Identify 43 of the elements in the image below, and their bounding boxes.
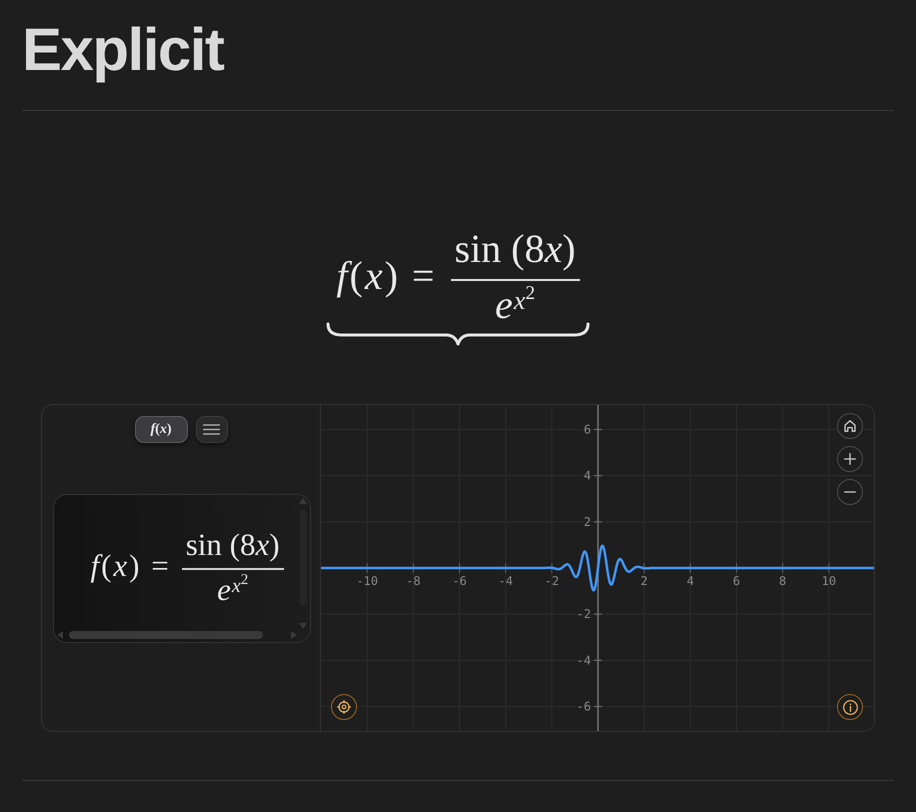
y-tick-label: -4 [576,653,591,668]
denominator-base: e [217,574,231,605]
x-tick-label: -6 [452,574,467,588]
y-tick-label: -6 [576,700,591,714]
x-tick-label: -2 [544,574,560,588]
down-arrow-icon [299,623,307,629]
x-tick-label: 8 [779,574,786,588]
page-title: Explicit [22,15,225,82]
expression-button[interactable]: f(x) [134,416,188,443]
x-tick-label: 2 [640,574,648,588]
denominator-exponent: x$^{2}$ [514,282,536,314]
y-tick-label: 4 [584,468,591,483]
y-tick-label: 6 [584,422,591,436]
home-icon [844,420,856,432]
x-tick-label: -10 [356,574,378,588]
target-icon [337,700,351,714]
y-tick-label: 2 [584,514,591,529]
zoom-in-button[interactable] [837,446,863,472]
minus-icon [844,491,856,493]
denominator-exponent: x$^{2}$ [232,571,248,596]
x-tick-label: 10 [822,574,836,588]
horizontal-scrollbar[interactable] [57,630,297,639]
up-arrow-icon [299,498,307,504]
plus-icon [844,453,856,465]
home-button[interactable] [837,413,863,439]
x-tick-label: 4 [686,574,694,588]
x-tick-label: -8 [406,574,421,588]
locate-button[interactable] [331,694,357,720]
menu-icon [203,424,220,435]
left-arrow-icon [57,630,63,638]
info-button[interactable] [837,694,863,720]
right-arrow-icon [291,630,297,638]
denominator-base: e [495,285,513,325]
vertical-scrollbar[interactable] [299,498,307,629]
formula-lhs: f(x) = [90,549,171,584]
y-tick-label: -2 [576,607,591,622]
formula-lhs: f(x) = [336,254,436,298]
fraction-numerator: sin (8x) [184,528,281,562]
menu-button[interactable] [196,416,228,443]
x-tick-label: 6 [732,574,740,588]
x-tick-label: -4 [498,574,513,588]
info-icon [842,700,858,714]
fraction-numerator: sin (8x) [454,227,577,271]
